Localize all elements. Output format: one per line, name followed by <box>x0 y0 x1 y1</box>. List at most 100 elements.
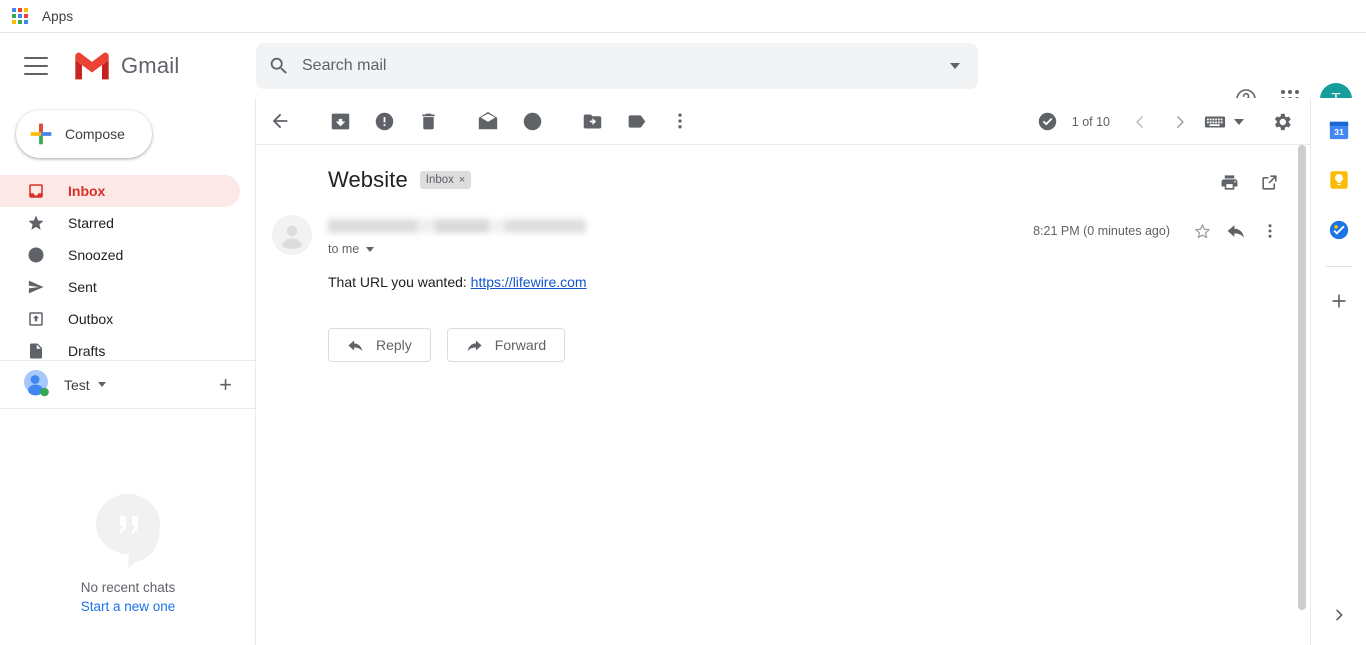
remove-label-button[interactable]: × <box>459 174 465 186</box>
sidebar-item-label: Inbox <box>68 183 106 199</box>
search-bar[interactable] <box>256 43 978 89</box>
compose-label: Compose <box>65 126 125 142</box>
plus-icon <box>30 123 52 145</box>
rail-divider <box>1325 266 1352 267</box>
page-count: 1 of 10 <box>1071 114 1110 129</box>
sender-name-redacted <box>328 219 586 233</box>
sidebar-item-outbox[interactable]: Outbox <box>0 303 240 335</box>
gmail-logo[interactable]: Gmail <box>72 51 179 81</box>
reply-icon-button[interactable] <box>1220 215 1252 247</box>
reply-button[interactable]: Reply <box>328 328 431 362</box>
add-to-tasks-button[interactable] <box>1028 102 1068 142</box>
sidebar-item-label: Snoozed <box>68 247 124 263</box>
open-in-new-icon <box>1261 174 1277 190</box>
previous-page-button[interactable] <box>1120 102 1160 142</box>
reply-arrow-icon <box>1227 225 1244 238</box>
compose-button[interactable]: Compose <box>16 110 152 158</box>
reply-arrow-icon <box>348 340 363 351</box>
hangouts-bubble-icon <box>96 494 160 568</box>
search-options-button[interactable] <box>932 43 978 89</box>
forward-button[interactable]: Forward <box>446 328 566 362</box>
delete-button[interactable] <box>408 101 448 141</box>
folder-move-icon <box>583 114 601 128</box>
next-page-button[interactable] <box>1160 102 1200 142</box>
google-keep-button[interactable] <box>1321 162 1357 198</box>
chevron-down-icon[interactable] <box>97 382 106 387</box>
forward-arrow-icon <box>467 340 482 351</box>
message-block: to me That URL you wanted: https://lifew… <box>256 193 1310 290</box>
chevron-right-icon <box>1177 115 1184 128</box>
sidebar-item-sent[interactable]: Sent <box>0 271 240 303</box>
plus-icon <box>1331 294 1346 308</box>
print-icon <box>1221 174 1237 190</box>
message-more-button[interactable] <box>1254 215 1286 247</box>
settings-button[interactable] <box>1262 102 1302 142</box>
sidebar-item-label: Outbox <box>68 311 114 327</box>
hangouts-empty-text: No recent chats <box>80 580 176 595</box>
message-meta: 8:21 PM (0 minutes ago) <box>1033 215 1286 247</box>
chevron-down-icon <box>1234 118 1244 125</box>
apps-grid-icon[interactable] <box>12 8 28 24</box>
gmail-logo-icon <box>75 52 109 79</box>
star-icon <box>26 213 46 233</box>
sidebar-item-starred[interactable]: Starred <box>0 207 240 239</box>
message-link[interactable]: https://lifewire.com <box>471 274 587 290</box>
person-avatar-icon <box>22 369 52 400</box>
back-button[interactable] <box>260 101 300 141</box>
sidebar-item-label: Sent <box>68 279 97 295</box>
sidebar-item-inbox[interactable]: Inbox <box>0 175 240 207</box>
chevron-down-icon <box>366 246 375 252</box>
labels-button[interactable] <box>616 101 656 141</box>
sidebar-nav: Inbox Starred Snoozed Sent Outbox Drafts <box>0 175 256 367</box>
message-text: That URL you wanted: https://lifewire.co… <box>328 274 1310 290</box>
move-to-button[interactable] <box>572 101 612 141</box>
report-spam-button[interactable] <box>364 101 404 141</box>
tasks-check-icon <box>1329 220 1348 240</box>
sidebar-item-label: Starred <box>68 215 114 231</box>
expand-side-panel-button[interactable] <box>1321 597 1357 633</box>
more-button[interactable] <box>660 101 700 141</box>
gmail-brand-text: Gmail <box>121 52 180 78</box>
sidebar-item-label: Drafts <box>68 343 106 359</box>
draft-icon <box>26 341 46 361</box>
apps-bar: Apps <box>0 0 1366 33</box>
more-vert-icon <box>678 113 682 129</box>
message-scrollbar[interactable] <box>1296 145 1308 645</box>
label-chip-text: Inbox <box>425 174 454 186</box>
add-on-button[interactable] <box>1321 283 1357 319</box>
send-icon <box>26 277 46 297</box>
label-tag-icon <box>628 114 645 128</box>
person-avatar-icon <box>272 215 312 255</box>
label-chip-inbox: Inbox × <box>419 171 472 189</box>
account-switcher-row[interactable]: Test + <box>0 360 256 408</box>
archive-button[interactable] <box>320 101 360 141</box>
message-view: 1 of 10 Website Inbox × to me That URL y… <box>256 98 1310 645</box>
apps-bar-label[interactable]: Apps <box>42 9 73 24</box>
message-toolbar: 1 of 10 <box>256 98 1310 145</box>
input-tools-button[interactable] <box>1200 114 1248 130</box>
clock-icon <box>26 245 46 265</box>
search-icon[interactable] <box>256 43 302 89</box>
add-account-button[interactable]: + <box>219 373 232 396</box>
google-calendar-button[interactable]: 31 <box>1321 112 1357 148</box>
snooze-button[interactable] <box>512 101 552 141</box>
add-to-tasks-icon <box>1039 112 1057 131</box>
recipients-text: to me <box>328 242 360 256</box>
clock-icon <box>523 112 541 130</box>
hangouts-start-new-link[interactable]: Start a new one <box>81 599 176 614</box>
forward-button-label: Forward <box>494 337 547 353</box>
archive-icon <box>331 113 349 129</box>
svg-text:31: 31 <box>1334 127 1344 137</box>
scrollbar-thumb[interactable] <box>1298 145 1306 610</box>
mark-unread-button[interactable] <box>468 101 508 141</box>
message-timestamp: 8:21 PM (0 minutes ago) <box>1033 224 1170 238</box>
hamburger-menu-icon[interactable] <box>24 56 48 75</box>
search-input[interactable] <box>302 44 932 88</box>
message-actions: Reply Forward <box>256 290 1310 362</box>
subject-row: Website Inbox × <box>256 145 1310 193</box>
sidebar-item-snoozed[interactable]: Snoozed <box>0 239 240 271</box>
toolbar-right: 1 of 10 <box>1024 98 1302 145</box>
keyboard-icon <box>1204 116 1226 127</box>
google-tasks-button[interactable] <box>1321 212 1357 248</box>
star-message-button[interactable] <box>1186 215 1218 247</box>
